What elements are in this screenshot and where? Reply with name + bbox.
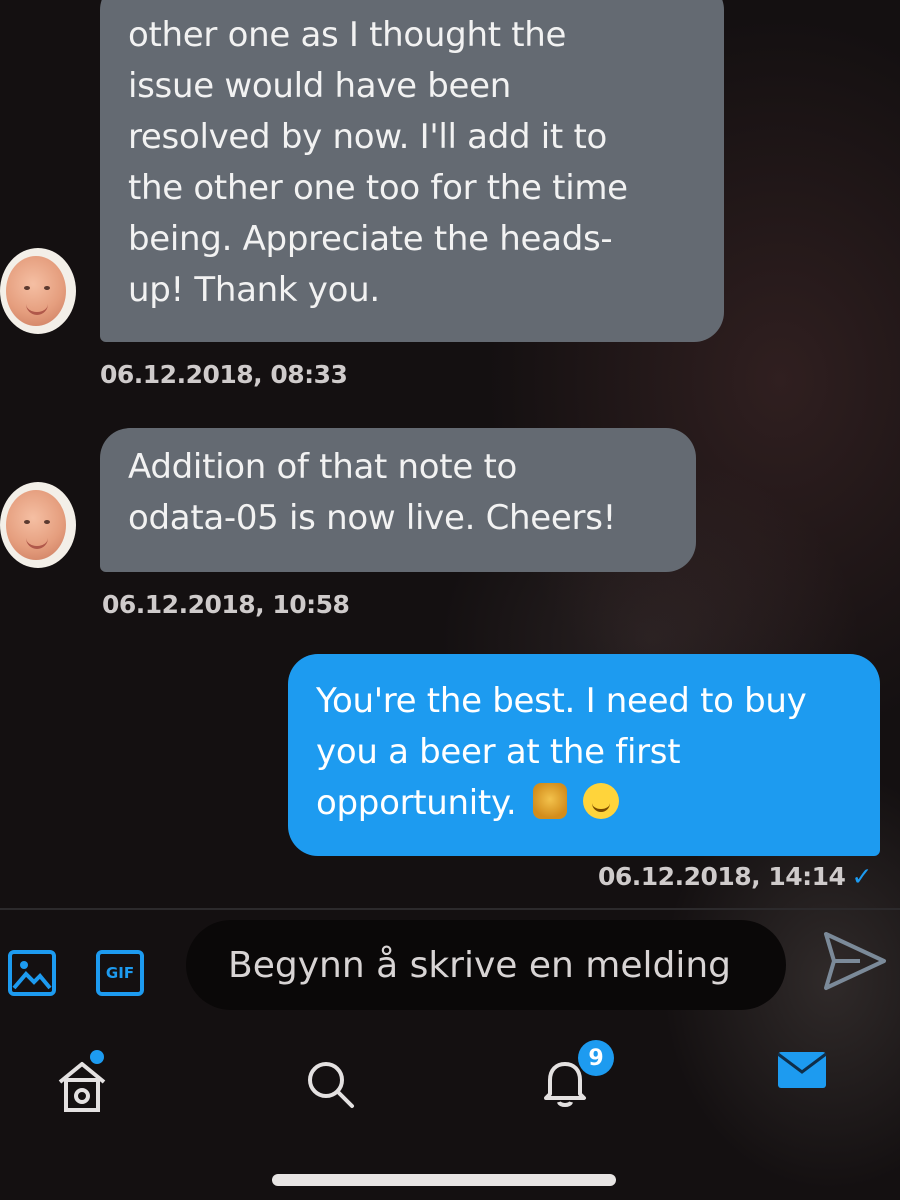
- message-input-placeholder: Begynn å skrive en melding: [228, 944, 732, 986]
- message-line-text: opportunity.: [316, 783, 517, 823]
- notification-dot: [90, 1050, 104, 1064]
- message-line: other one as I thought the: [128, 15, 567, 55]
- message-line: resolved by now. I'll add it to: [128, 117, 608, 157]
- send-icon[interactable]: [812, 926, 892, 996]
- home-indicator[interactable]: [272, 1174, 616, 1186]
- message-input[interactable]: Begynn å skrive en melding: [186, 920, 786, 1010]
- avatar[interactable]: [0, 482, 76, 568]
- home-icon[interactable]: [56, 1058, 108, 1114]
- message-line: issue would have been: [128, 66, 512, 106]
- message-line: Addition of that note to: [128, 447, 517, 487]
- gif-button[interactable]: GIF: [96, 950, 144, 996]
- message-bubble-incoming[interactable]: other one as I thought the issue would h…: [100, 0, 724, 342]
- search-icon[interactable]: [304, 1058, 356, 1110]
- read-check-icon: ✓: [851, 862, 872, 891]
- mail-icon[interactable]: [776, 1050, 828, 1090]
- divider: [0, 908, 900, 910]
- message-bubble-incoming[interactable]: Addition of that note to odata-05 is now…: [100, 428, 696, 572]
- message-line: you a beer at the first: [316, 732, 681, 772]
- message-bubble-outgoing[interactable]: You're the best. I need to buy you a bee…: [288, 654, 880, 856]
- message-line: odata-05 is now live. Cheers!: [128, 498, 616, 538]
- message-line: the other one too for the time: [128, 168, 628, 208]
- beer-mugs-emoji: [532, 783, 567, 819]
- image-icon[interactable]: [8, 950, 56, 996]
- message-timestamp-text: 06.12.2018, 14:14: [598, 862, 846, 891]
- avatar[interactable]: [0, 248, 76, 334]
- message-line: You're the best. I need to buy: [316, 681, 807, 721]
- message-timestamp: 06.12.2018, 14:14 ✓: [598, 862, 872, 891]
- message-timestamp: 06.12.2018, 10:58: [102, 590, 350, 619]
- slightly-smiling-face-emoji: [583, 783, 620, 819]
- gif-label: GIF: [105, 964, 135, 982]
- message-timestamp: 06.12.2018, 08:33: [100, 360, 348, 389]
- message-line: up! Thank you.: [128, 270, 380, 310]
- message-line: opportunity.: [316, 778, 852, 829]
- message-line: being. Appreciate the heads-: [128, 219, 613, 259]
- notification-badge: 9: [578, 1040, 614, 1076]
